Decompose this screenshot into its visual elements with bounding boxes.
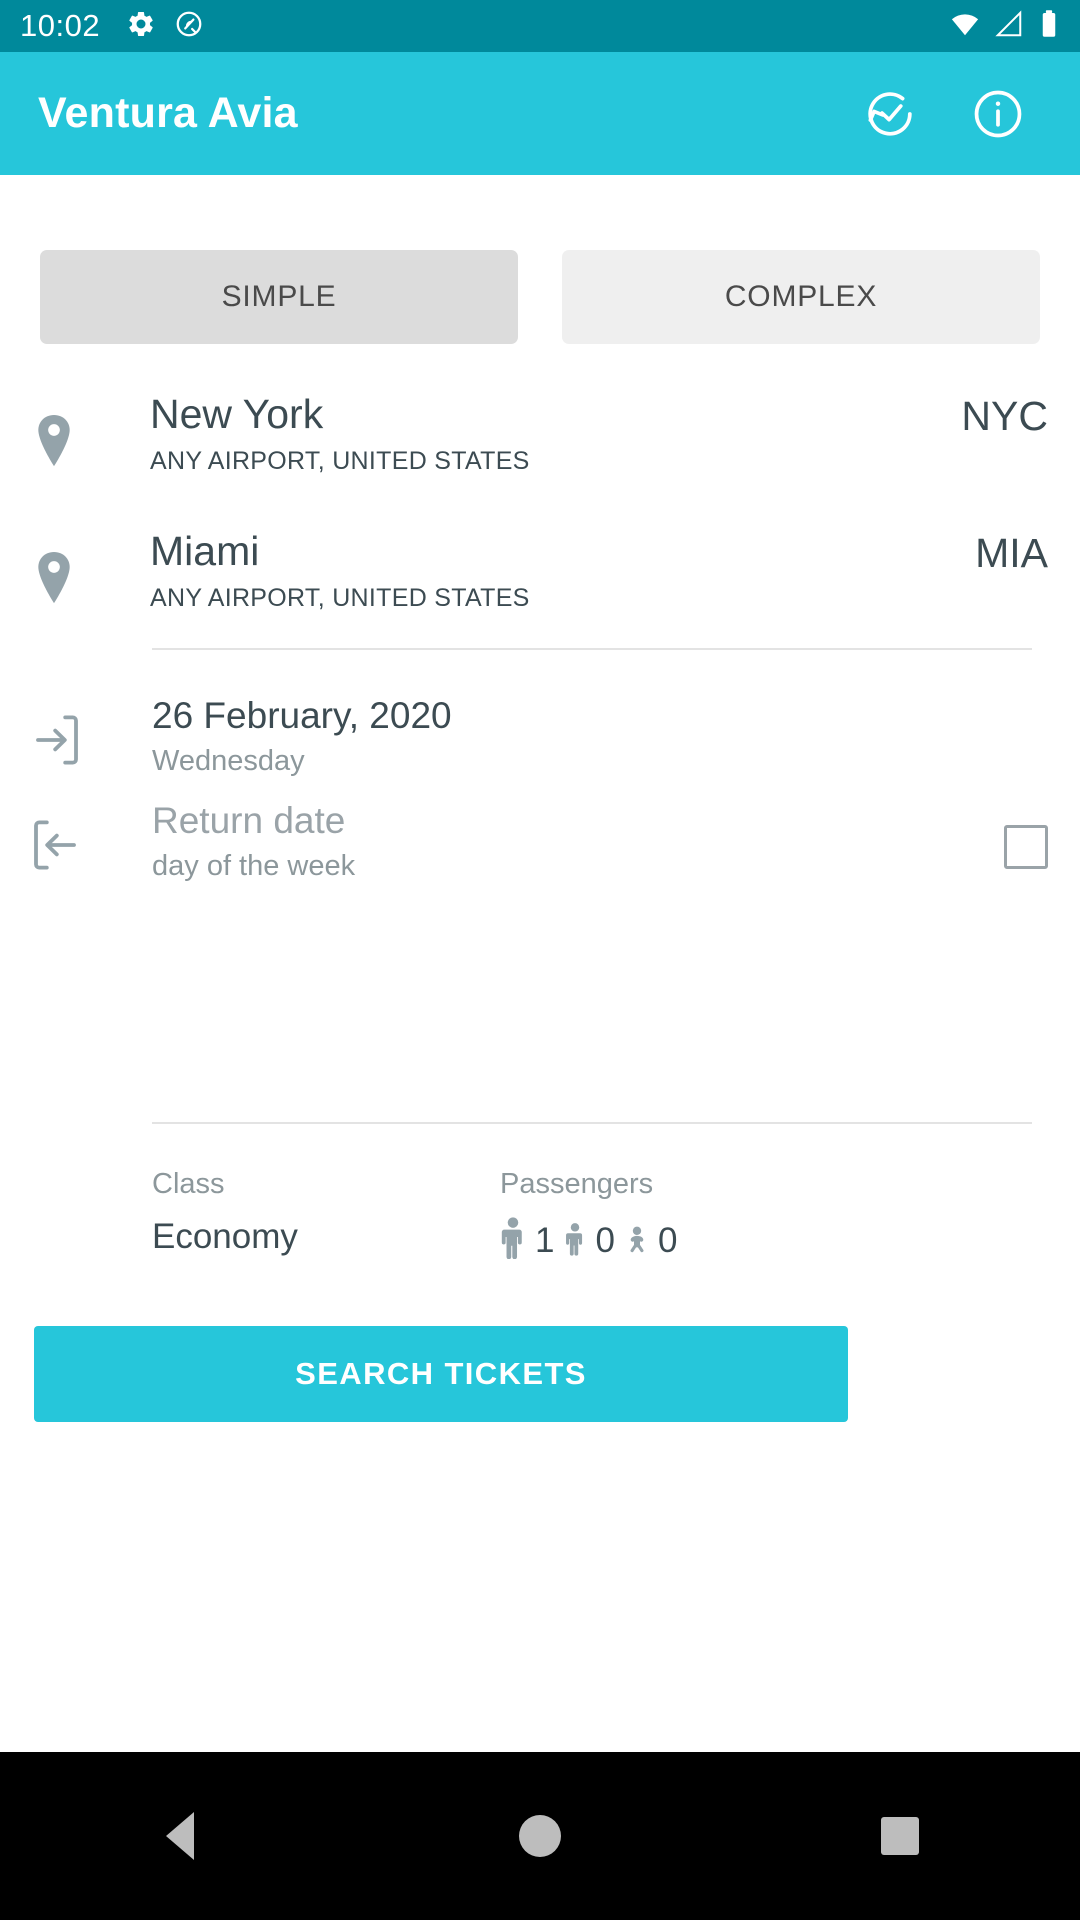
- origin-city: New York: [150, 391, 324, 437]
- origin-row[interactable]: New York ANY AIRPORT, UNITED STATES NYC: [0, 385, 1080, 505]
- tab-complex[interactable]: COMPLEX: [562, 250, 1040, 344]
- adult-icon: [500, 1217, 526, 1264]
- return-arrow-icon: [32, 818, 80, 872]
- passengers-counts: 1 0 0: [500, 1217, 677, 1264]
- map-pin-icon: [34, 413, 74, 471]
- infant-count: 0: [657, 1220, 678, 1260]
- child-icon: [564, 1217, 586, 1264]
- passengers-selector[interactable]: Passengers 1 0 0: [500, 1168, 677, 1264]
- home-button[interactable]: [480, 1776, 600, 1896]
- adult-passenger-group: 1: [500, 1217, 554, 1264]
- status-left-icons: [126, 9, 204, 44]
- status-right-icons: [950, 9, 1060, 44]
- app-title: Ventura Avia: [38, 89, 298, 137]
- origin-code: NYC: [961, 393, 1048, 439]
- passengers-label: Passengers: [500, 1168, 654, 1200]
- departure-date-row[interactable]: 26 February, 2020 Wednesday: [0, 695, 1080, 805]
- android-q-icon: [174, 9, 204, 44]
- android-nav-bar: [0, 1752, 1080, 1920]
- app-bar: Ventura Avia: [0, 52, 1080, 175]
- departure-arrow-icon: [32, 713, 80, 767]
- tab-complex-label: COMPLEX: [724, 280, 878, 313]
- settings-gear-icon: [126, 9, 156, 44]
- class-value: Economy: [152, 1217, 298, 1256]
- return-date-placeholder: Return date: [152, 800, 346, 841]
- destination-row[interactable]: Miami ANY AIRPORT, UNITED STATES MIA: [0, 522, 1080, 642]
- info-icon[interactable]: [968, 84, 1028, 144]
- mode-tabs: SIMPLE COMPLEX: [40, 250, 1040, 344]
- infant-passenger-group: 0: [625, 1217, 677, 1264]
- return-weekday-placeholder: day of the week: [152, 850, 356, 882]
- cellular-signal-icon: [994, 9, 1024, 44]
- destination-city: Miami: [150, 528, 260, 574]
- divider-top: [152, 648, 1032, 650]
- status-time: 10:02: [20, 8, 101, 43]
- app-screen: 10:02 Ventura Avia SIMPLE COMPLEX New Yo…: [0, 0, 1080, 1920]
- class-selector[interactable]: Class Economy: [152, 1168, 298, 1257]
- recents-button[interactable]: [840, 1776, 960, 1896]
- status-bar: 10:02: [0, 0, 1080, 52]
- history-icon[interactable]: [860, 84, 920, 144]
- child-count: 0: [595, 1220, 615, 1260]
- back-button[interactable]: [120, 1776, 240, 1896]
- infant-icon: [625, 1217, 649, 1264]
- departure-weekday: Wednesday: [152, 745, 305, 777]
- adult-count: 1: [535, 1220, 555, 1260]
- map-pin-icon: [34, 550, 74, 608]
- app-bar-actions: [860, 84, 1042, 144]
- battery-icon: [1038, 9, 1060, 44]
- wifi-icon: [950, 9, 980, 44]
- return-date-checkbox[interactable]: [1004, 825, 1048, 869]
- search-tickets-button[interactable]: SEARCH TICKETS: [34, 1326, 848, 1422]
- tab-simple[interactable]: SIMPLE: [40, 250, 518, 344]
- return-date-row[interactable]: Return date day of the week: [0, 800, 1080, 910]
- divider-bottom: [152, 1122, 1032, 1124]
- departure-date-value: 26 February, 2020: [152, 695, 452, 736]
- tab-simple-label: SIMPLE: [221, 280, 337, 313]
- destination-code: MIA: [975, 530, 1048, 576]
- child-passenger-group: 0: [564, 1217, 615, 1264]
- origin-subtitle: ANY AIRPORT, UNITED STATES: [150, 447, 530, 475]
- destination-subtitle: ANY AIRPORT, UNITED STATES: [150, 584, 530, 612]
- class-label: Class: [152, 1168, 225, 1200]
